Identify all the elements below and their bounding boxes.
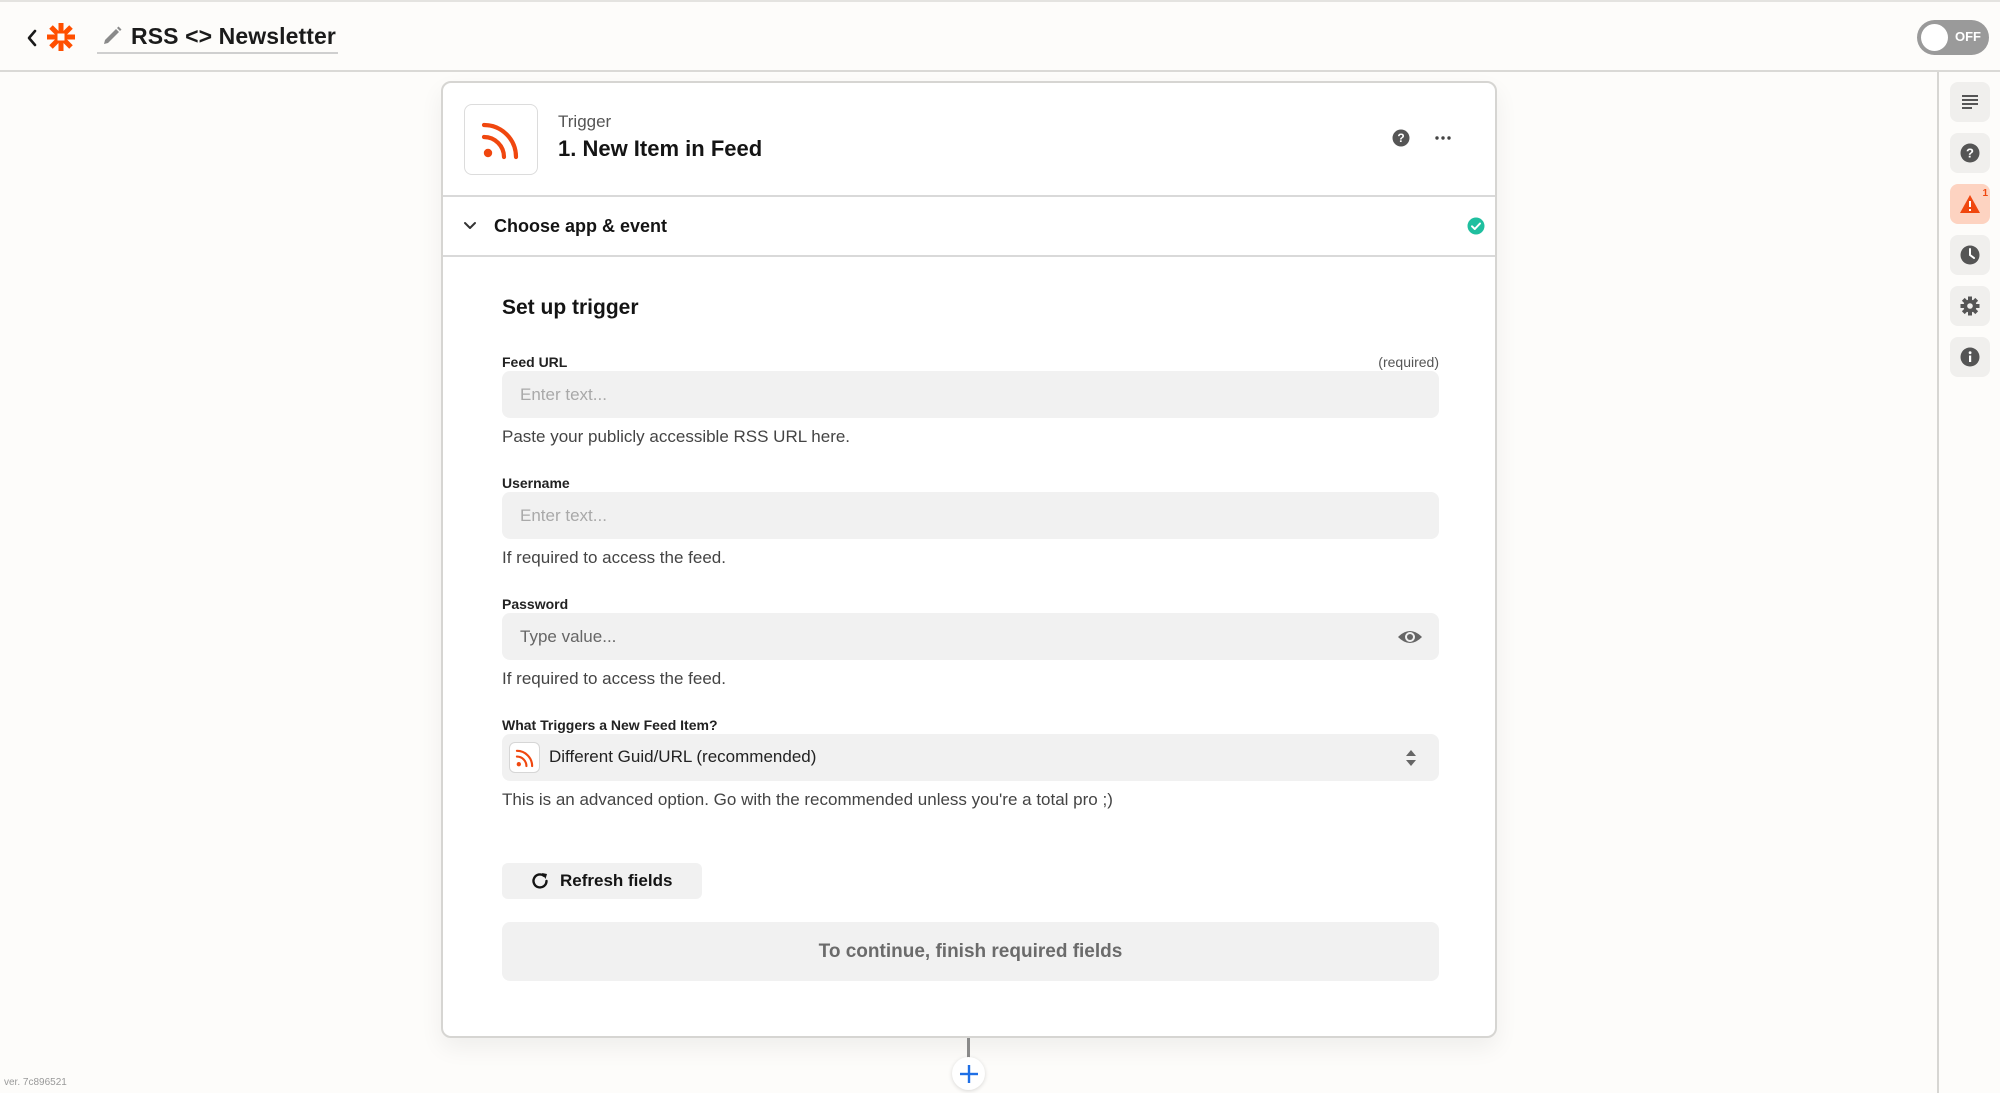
help-icon: ? — [1960, 143, 1980, 163]
show-password-eye-icon[interactable] — [1397, 627, 1423, 647]
feed-url-input[interactable] — [502, 371, 1439, 418]
section-title: Choose app & event — [494, 216, 668, 236]
more-horizontal-icon — [1435, 136, 1451, 140]
choose-app-event-section[interactable]: Choose app & event — [443, 197, 1495, 257]
username-input[interactable] — [502, 492, 1439, 539]
app-icon — [464, 104, 538, 175]
gear-icon — [1960, 296, 1980, 316]
chevron-left-icon — [27, 29, 37, 47]
zap-title-editor[interactable]: RSS <> Newsletter — [97, 20, 338, 54]
password-label: Password — [502, 596, 569, 612]
select-arrows-icon — [1406, 750, 1416, 766]
back-button[interactable] — [22, 24, 42, 52]
step-help-button[interactable]: ? — [1391, 128, 1411, 148]
username-help: If required to access the feed. — [502, 548, 726, 567]
trigger-type-select[interactable]: Different Guid/URL (recommended) — [502, 734, 1439, 781]
step-title: 1. New Item in Feed — [558, 136, 763, 161]
step-type-label: Trigger — [558, 112, 612, 131]
form-title: Set up trigger — [502, 296, 639, 319]
sidebar-item-help[interactable]: ? — [1950, 133, 1990, 173]
feed-url-help: Paste your publicly accessible RSS URL h… — [502, 427, 851, 446]
refresh-label: Refresh fields — [560, 871, 673, 890]
refresh-icon — [532, 873, 548, 889]
sidebar-item-history[interactable] — [1950, 235, 1990, 275]
outline-icon — [1962, 95, 1978, 109]
password-help: If required to access the feed. — [502, 669, 726, 688]
help-icon: ? — [1392, 129, 1410, 147]
password-input[interactable] — [502, 613, 1439, 660]
zapier-asterisk-icon — [47, 23, 75, 51]
trigger-type-label: What Triggers a New Feed Item? — [502, 717, 718, 733]
version-label: ver. 7c896521 — [4, 1077, 67, 1088]
username-label: Username — [502, 475, 570, 491]
sidebar-item-outline[interactable] — [1950, 82, 1990, 122]
svg-text:?: ? — [1966, 146, 1974, 161]
zapier-logo[interactable] — [46, 22, 76, 52]
info-icon — [1960, 347, 1980, 367]
sidebar-item-alerts[interactable]: 1 — [1950, 184, 1990, 224]
pencil-icon — [104, 26, 122, 44]
required-indicator: (required) — [1378, 354, 1439, 370]
alert-count-badge: 1 — [1982, 188, 1988, 199]
step-more-button[interactable] — [1431, 128, 1455, 148]
rss-icon — [515, 749, 533, 767]
sidebar-item-details[interactable] — [1950, 337, 1990, 377]
rss-icon — [481, 122, 519, 159]
trigger-step-card: Trigger 1. New Item in Feed ? Choose app… — [441, 81, 1497, 1038]
warning-icon — [1960, 195, 1980, 213]
top-bar: RSS <> Newsletter OFF — [0, 0, 2000, 72]
step-header: Trigger 1. New Item in Feed ? — [443, 83, 1495, 197]
check-circle-icon — [1467, 217, 1485, 235]
add-step-button[interactable] — [952, 1057, 985, 1090]
clock-icon — [1960, 245, 1980, 265]
refresh-fields-button[interactable]: Refresh fields — [502, 863, 702, 899]
toggle-knob — [1921, 24, 1948, 51]
sidebar-item-settings[interactable] — [1950, 286, 1990, 326]
step-connector-line — [967, 1038, 970, 1058]
toggle-label: OFF — [1955, 29, 1981, 44]
trigger-type-help: This is an advanced option. Go with the … — [502, 790, 1113, 809]
svg-text:?: ? — [1397, 131, 1404, 145]
plus-icon — [959, 1064, 978, 1083]
zap-title: RSS <> Newsletter — [131, 22, 336, 49]
zap-on-off-toggle[interactable]: OFF — [1917, 20, 1989, 55]
option-app-icon — [509, 742, 540, 773]
feed-url-label: Feed URL — [502, 354, 568, 370]
chevron-down-icon — [464, 222, 476, 229]
right-sidebar: ? 1 — [1937, 72, 2000, 1093]
selected-option: Different Guid/URL (recommended) — [549, 747, 817, 766]
continue-button[interactable]: To continue, finish required fields — [502, 922, 1439, 981]
